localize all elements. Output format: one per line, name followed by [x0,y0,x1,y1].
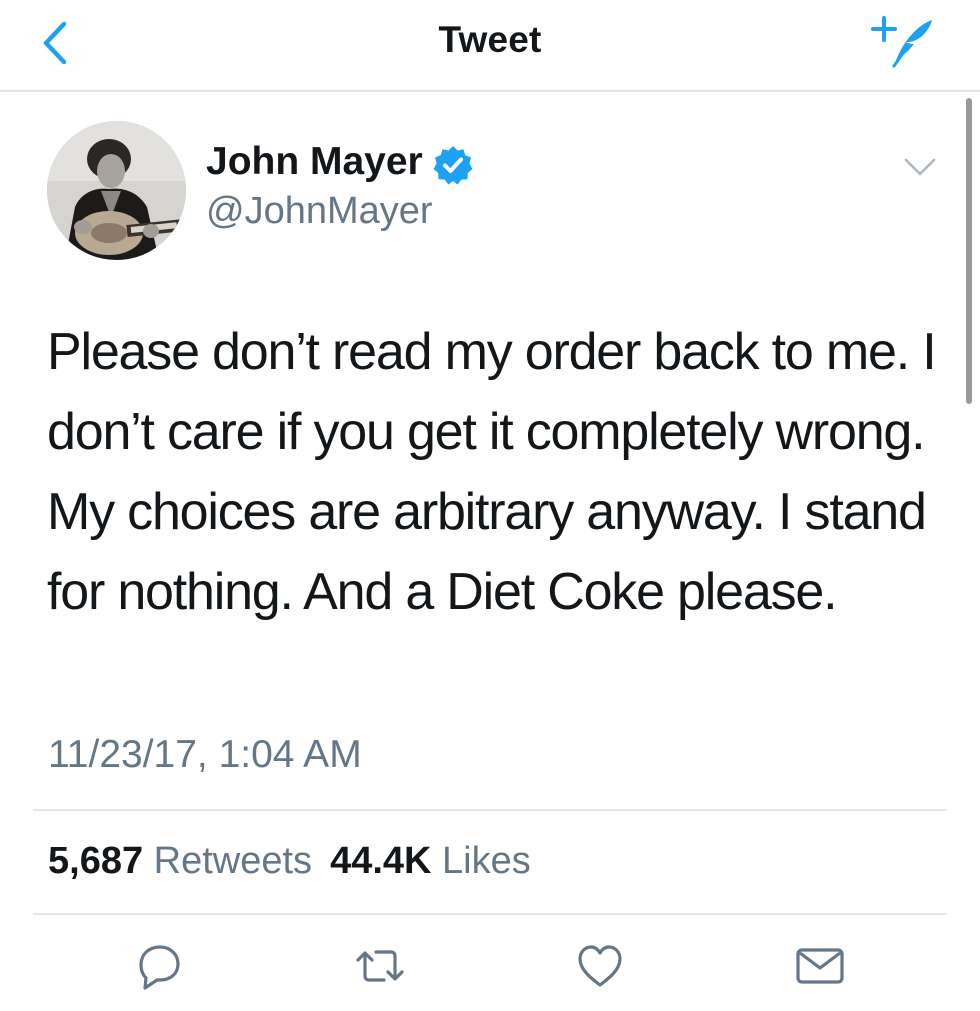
tweet-text: Please don’t read my order back to me. I… [47,323,937,621]
retweets-count: 5,687 [48,840,144,882]
compose-tweet-button[interactable] [868,10,938,72]
retweet-icon [356,950,404,982]
retweet-button[interactable] [354,940,406,992]
author-name[interactable]: John Mayer [206,140,423,184]
like-icon [578,945,622,987]
reply-button[interactable] [133,940,185,992]
author-handle[interactable]: @JohnMayer [206,190,433,233]
share-mail-icon [796,948,844,984]
likes-count: 44.4K [330,840,432,882]
profile-photo [47,121,186,260]
retweets-label: Retweets [153,840,313,882]
chevron-down-icon [904,158,936,176]
verified-badge-icon [433,146,473,185]
likes-label: Likes [442,840,531,882]
share-button[interactable] [794,940,846,992]
navigation-bar: Tweet [0,0,980,92]
page-title: Tweet [438,19,542,60]
avatar[interactable] [47,121,186,260]
tweet-options-button[interactable] [900,150,940,182]
scrollbar[interactable] [966,98,972,404]
likes-stat[interactable]: 44.4K Likes [330,840,531,882]
tweet-stats: 5,687 Retweets 44.4K Likes [48,840,531,883]
tweet-timestamp: 11/23/17, 1:04 AM [48,733,362,776]
like-button[interactable] [574,940,626,992]
compose-tweet-icon [871,16,932,68]
divider [33,809,947,811]
reply-icon [139,945,180,990]
divider [33,913,947,915]
retweets-stat[interactable]: 5,687 Retweets [48,840,312,882]
